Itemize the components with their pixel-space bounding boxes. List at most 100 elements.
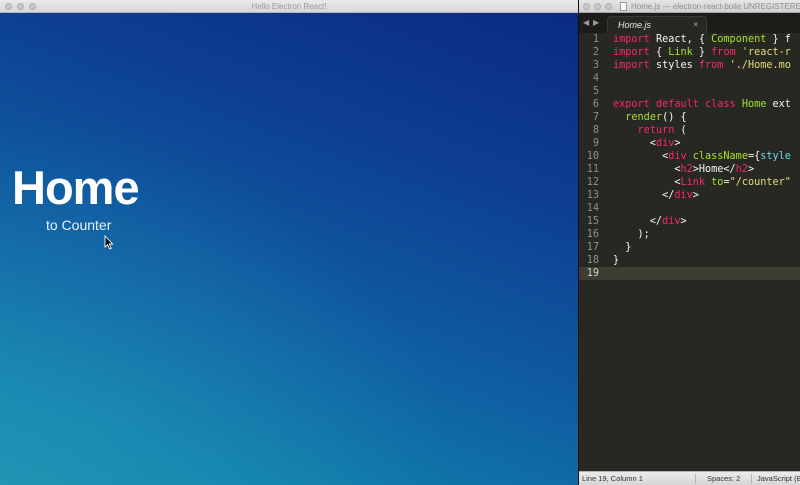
editor-title-bar[interactable]: Home.js — electron-react-boile UNREGISTE… (579, 0, 800, 13)
tab-bar: ◀ ▶ Home.js × (579, 13, 800, 33)
code-line[interactable]: 6 export default class Home ext (579, 98, 800, 111)
line-number: 1 (592, 34, 599, 45)
code-line[interactable]: 3 import styles from './Home.mo (579, 59, 800, 72)
code-token: ext (766, 99, 791, 110)
code-token: < (613, 151, 669, 162)
tab-forward-arrow-icon[interactable]: ▶ (593, 18, 599, 28)
line-number: 13 (586, 190, 599, 201)
code-token: > (680, 216, 687, 227)
code-token: h2 (680, 164, 693, 175)
code-line[interactable]: 14 (579, 202, 800, 215)
code-token: h2 (735, 164, 748, 175)
status-separator (695, 474, 696, 484)
code-line[interactable]: 5 (579, 85, 800, 98)
line-number: 12 (586, 177, 599, 188)
code-line[interactable]: 1 import React, { Component } f (579, 33, 800, 46)
code-token: export (613, 99, 650, 110)
line-number: 5 (592, 86, 599, 97)
status-separator (751, 474, 752, 484)
line-number: 2 (592, 47, 599, 58)
code-token: from (698, 60, 724, 71)
code-line[interactable]: 8 return ( (579, 124, 800, 137)
code-token: Component (711, 34, 767, 45)
code-token: ); (613, 229, 650, 240)
code-token: className (692, 151, 748, 162)
home-heading: Home (12, 161, 140, 214)
code-line[interactable]: 7 render() { (579, 111, 800, 124)
code-token: div (662, 216, 681, 227)
code-token: './Home.mo (729, 60, 791, 71)
code-token: div (655, 138, 675, 149)
code-area[interactable]: 1 import React, { Component } f 2 import { … (579, 33, 800, 471)
code-line[interactable]: 16 ); (579, 228, 800, 241)
code-token: from (711, 47, 736, 58)
line-number: 10 (586, 151, 599, 162)
mouse-pointer-icon (104, 235, 114, 250)
code-token: >Home</ (692, 164, 736, 175)
code-token: </ (613, 190, 675, 201)
code-line[interactable]: 15 </div> (579, 215, 800, 228)
code-line[interactable]: 11 <h2>Home</h2> (579, 163, 800, 176)
code-line[interactable]: 19 (579, 267, 800, 280)
electron-window-title: Hello Electron React! (251, 2, 327, 11)
tab-home-js[interactable]: Home.js × (607, 16, 707, 33)
tab-back-arrow-icon[interactable]: ◀ (583, 18, 589, 28)
code-token: import (613, 60, 650, 71)
line-number: 15 (586, 216, 599, 227)
code-token: > (747, 164, 755, 175)
editor-minimize-window-button[interactable] (594, 3, 601, 10)
code-token: import (613, 47, 650, 58)
line-number: 14 (586, 203, 599, 214)
home-page: Home to Counter (0, 13, 578, 485)
tab-close-icon[interactable]: × (693, 17, 698, 33)
line-number: 19 (586, 268, 599, 279)
line-number: 18 (586, 255, 599, 266)
indentation-setting[interactable]: Spaces: 2 (707, 472, 740, 485)
line-number: 7 (592, 112, 599, 123)
line-number: 4 (592, 73, 599, 84)
code-line[interactable]: 9 <div> (579, 137, 800, 150)
code-token: Link (668, 47, 693, 58)
code-token: () { (662, 112, 687, 123)
code-token: default (655, 99, 699, 110)
line-number: 17 (586, 242, 599, 253)
code-token: div (668, 151, 687, 162)
code-token: 'react-r (741, 47, 791, 58)
electron-app-window: Hello Electron React! Home to Counter (0, 0, 578, 485)
line-number: 11 (586, 164, 599, 175)
code-line[interactable]: 2 import { Link } from 'react-r (579, 46, 800, 59)
code-token: } (692, 47, 712, 58)
syntax-selector[interactable]: JavaScript (B (757, 472, 800, 485)
code-token: Link (680, 177, 706, 188)
line-number: 6 (592, 99, 599, 110)
unregistered-label: UNREGISTERE (743, 2, 800, 11)
code-token: > (692, 190, 699, 201)
code-token: </ (613, 216, 663, 227)
code-token: > (674, 138, 681, 149)
code-line[interactable]: 13 </div> (579, 189, 800, 202)
document-icon (620, 2, 627, 11)
code-token: ( (674, 125, 687, 136)
code-token: render (625, 112, 663, 123)
code-line[interactable]: 12 <Link to="/counter" (579, 176, 800, 189)
line-number: 3 (592, 60, 599, 71)
cursor-position: Line 19, Column 1 (582, 474, 643, 483)
line-number: 8 (592, 125, 599, 136)
editor-zoom-window-button[interactable] (605, 3, 612, 10)
code-token: return (637, 125, 675, 136)
tab-label: Home.js (618, 20, 652, 30)
editor-close-window-button[interactable] (583, 3, 590, 10)
code-line[interactable]: 4 (579, 72, 800, 85)
code-token: class (705, 99, 736, 110)
code-token: import (613, 34, 650, 45)
code-token: } (613, 255, 620, 266)
code-token: React, { (649, 34, 712, 45)
code-token: ={ (747, 151, 761, 162)
editor-window-title: Home.js — electron-react-boile (631, 2, 742, 11)
code-line[interactable]: 18} (579, 254, 800, 267)
electron-title-bar[interactable]: Hello Electron React! (0, 0, 578, 13)
code-line[interactable]: 17 } (579, 241, 800, 254)
to-counter-link[interactable]: to Counter (46, 217, 111, 233)
code-line[interactable]: 10 <div className={style (579, 150, 800, 163)
